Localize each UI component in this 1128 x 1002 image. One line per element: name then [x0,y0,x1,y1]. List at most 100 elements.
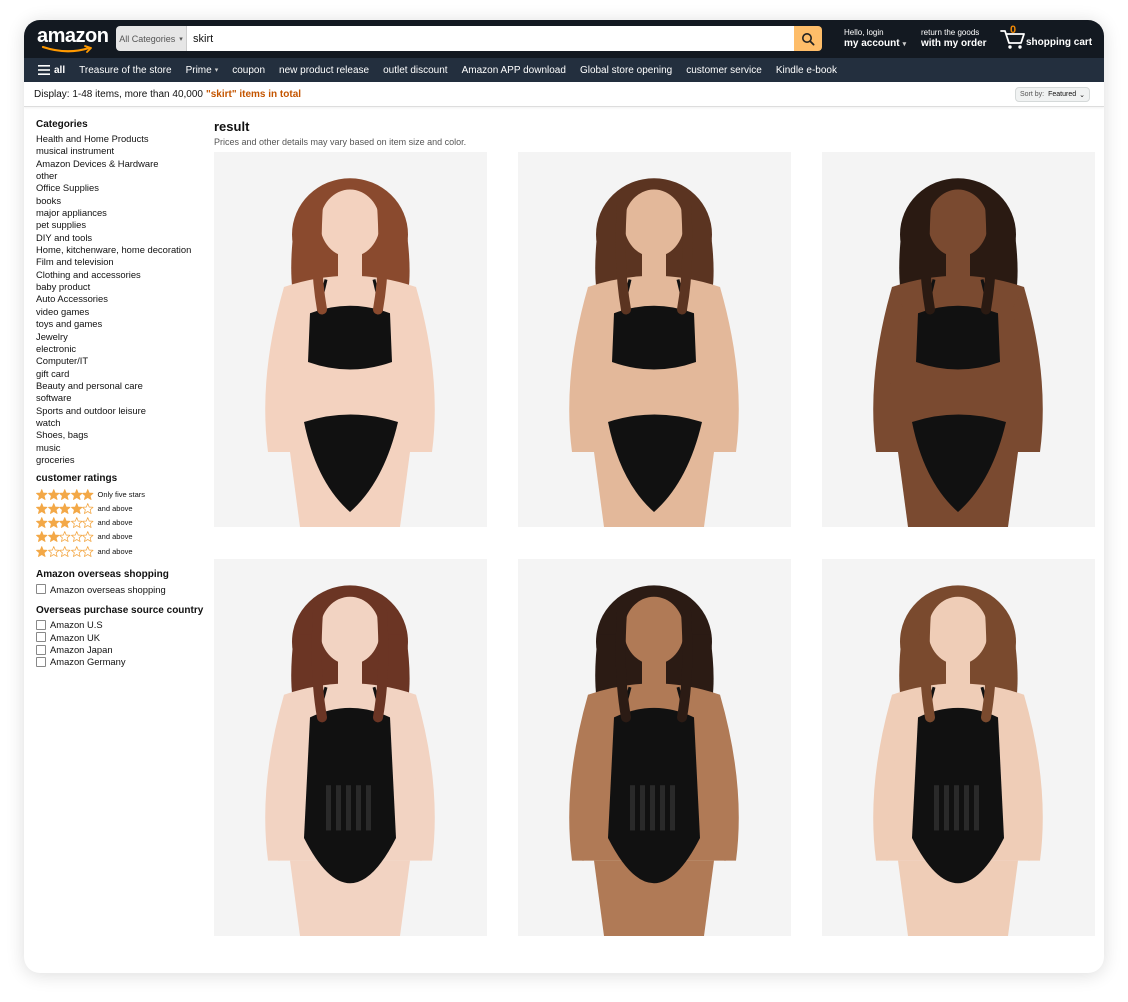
hamburger-icon [38,65,50,75]
star-filled-icon [36,545,48,557]
search-button[interactable] [794,26,822,51]
subnav-label: customer service [686,64,762,76]
star-rating [36,531,94,543]
checkbox[interactable] [36,619,46,630]
star-filled-icon [36,517,48,529]
cart-icon: 0 [1000,24,1026,50]
star-filled-icon [47,503,59,514]
category-link[interactable]: groceries [36,454,211,466]
star-empty-icon [82,517,94,529]
checkbox[interactable] [36,656,46,667]
chevron-down-icon: ⌄ [1079,91,1085,99]
rating-filter-list: Only five stars and above and above and abo… [36,487,211,558]
category-link[interactable]: books [36,195,211,207]
subnav-item-new-release[interactable]: new product release [279,65,369,76]
overseas-option-label: Amazon overseas shopping [50,583,166,595]
category-link[interactable]: other [36,170,211,182]
source-country-label: Amazon Germany [50,656,126,668]
category-link[interactable]: electronic [36,343,211,355]
subnav-item-app[interactable]: Amazon APP download [462,65,566,76]
rating-filter-3[interactable]: and above [36,516,211,530]
product-card[interactable] [822,559,1095,936]
rating-filter-1[interactable]: and above [36,544,211,558]
category-link[interactable]: Auto Accessories [36,293,211,305]
cart-button[interactable]: 0 shopping cart [1000,24,1093,50]
source-country-option[interactable]: Amazon U.S [36,619,211,631]
category-link[interactable]: Clothing and accessories [36,269,211,281]
category-link[interactable]: DIY and tools [36,232,211,244]
category-link[interactable]: Sports and outdoor leisure [36,405,211,417]
star-empty-icon [47,545,59,557]
star-empty-icon [82,503,94,514]
amazon-logo[interactable]: amazon [37,25,109,54]
sort-label: Sort by: [1019,91,1045,98]
category-link[interactable]: gift card [36,368,211,380]
star-rating [36,488,94,500]
account-greeting: Hello, login [844,28,884,37]
subnav-item-treasure[interactable]: Treasure of the store [79,65,171,76]
product-card[interactable] [822,152,1095,527]
subnav-item-global-store[interactable]: Global store opening [580,65,672,76]
source-country-option[interactable]: Amazon Germany [36,656,211,668]
all-menu-button[interactable]: all [38,65,65,76]
category-link[interactable]: music [36,442,211,454]
category-link[interactable]: pet supplies [36,219,211,231]
source-country-option[interactable]: Amazon UK [36,631,211,643]
source-country-option[interactable]: Amazon Japan [36,643,211,655]
category-link[interactable]: major appliances [36,207,211,219]
source-country-heading: Overseas purchase source country [36,604,204,616]
checkbox[interactable] [36,632,46,643]
subnav-item-kindle[interactable]: Kindle e-book [776,65,837,76]
category-link[interactable]: watch [36,417,211,429]
subnav-item-customer-service[interactable]: customer service [686,65,762,76]
star-filled-icon [59,517,71,529]
search-category-select[interactable]: All Categories ▾ [116,26,187,51]
category-link[interactable]: video games [36,306,211,318]
product-card[interactable] [518,152,791,527]
top-nav: amazon All Categories ▾ Hello, login my … [24,20,1104,58]
subnav-label: Amazon APP download [461,64,566,76]
category-link[interactable]: Computer/IT [36,355,211,367]
category-link[interactable]: software [36,392,211,404]
category-link[interactable]: Office Supplies [36,182,211,194]
rating-filter-5[interactable]: Only five stars [36,487,211,501]
categories-heading: Categories [36,119,88,130]
category-link[interactable]: Film and television [36,256,211,268]
account-menu[interactable]: Hello, login my account ▾ [844,28,906,51]
product-photo [569,585,739,936]
star-empty-icon [70,545,82,557]
category-link[interactable]: Health and Home Products [36,133,211,145]
star-rating [36,545,94,557]
rating-label: and above [97,504,133,514]
cart-label: shopping cart [1026,37,1093,48]
category-link[interactable]: baby product [36,281,211,293]
star-empty-icon [59,531,71,543]
category-link[interactable]: Jewelry [36,331,211,343]
category-link[interactable]: Shoes, bags [36,429,211,441]
category-link[interactable]: Amazon Devices & Hardware [36,158,211,170]
logo-text: amazon [37,25,109,47]
overseas-checkbox-row[interactable]: Amazon overseas shopping [36,583,211,595]
category-link[interactable]: Beauty and personal care [36,380,211,392]
category-link[interactable]: musical instrument [36,145,211,157]
subnav-item-coupon[interactable]: coupon [232,65,265,76]
caret-down-icon: ▾ [214,67,219,74]
product-card[interactable] [518,559,791,936]
product-card[interactable] [214,559,487,936]
subnav-item-prime[interactable]: Prime ▾ [186,65,219,76]
category-link[interactable]: Home, kitchenware, home decoration [36,244,211,256]
checkbox[interactable] [36,644,46,655]
search-input[interactable] [187,26,794,51]
checkbox[interactable] [36,584,46,595]
category-link[interactable]: toys and games [36,318,211,330]
rating-filter-2[interactable]: and above [36,530,211,544]
orders-link[interactable]: return the goods with my order [921,28,987,50]
sort-dropdown[interactable]: Sort by: Featured ⌄ [1014,87,1090,102]
star-empty-icon [59,545,71,557]
product-photo [265,178,435,527]
sub-nav: all Treasure of the store Prime ▾ coupon … [24,58,1104,82]
star-filled-icon [36,531,48,543]
rating-filter-4[interactable]: and above [36,501,211,515]
subnav-item-outlet[interactable]: outlet discount [383,65,448,76]
product-card[interactable] [214,152,487,527]
